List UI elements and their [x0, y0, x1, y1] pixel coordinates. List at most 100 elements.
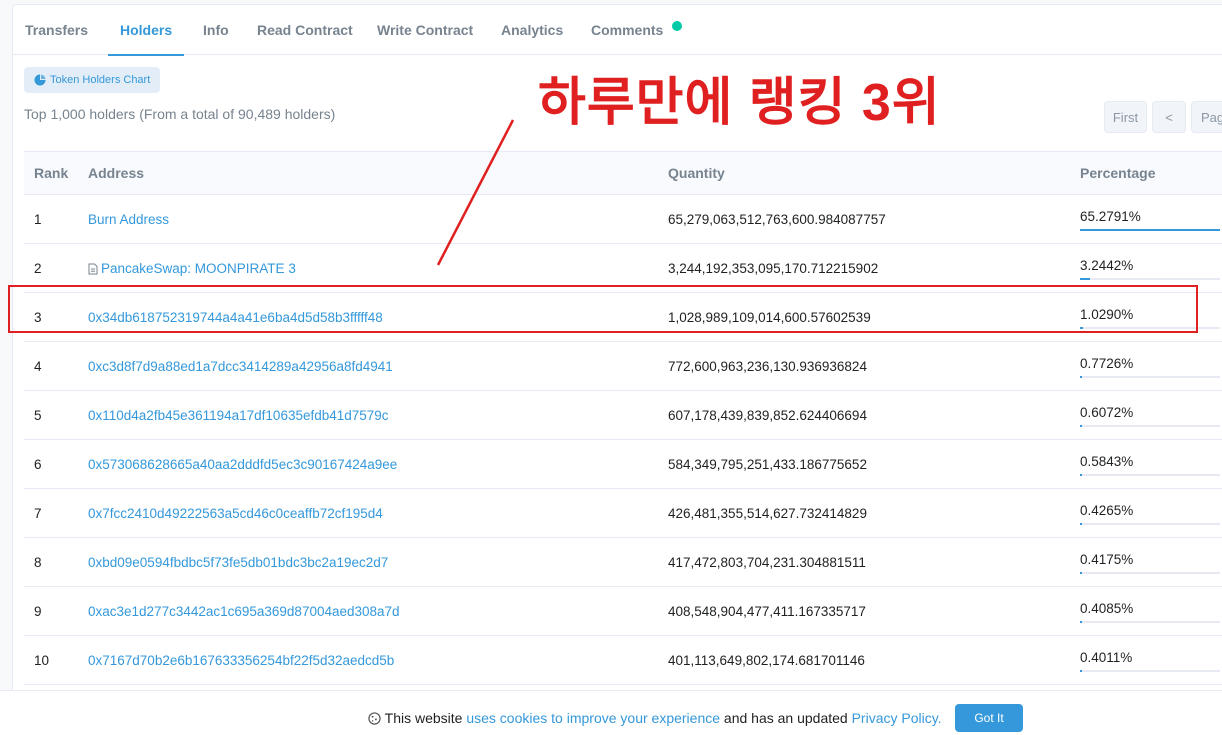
tab-write-contract[interactable]: Write Contract [377, 5, 473, 55]
quantity-cell: 426,481,355,514,627.732414829 [668, 505, 867, 521]
percentage-wrap: 0.7726% [1080, 342, 1222, 390]
token-holders-chart-button[interactable]: Token Holders Chart [24, 67, 161, 93]
percentage-bar-fill [1080, 229, 1220, 231]
got-it-button[interactable]: Got It [955, 704, 1023, 732]
rank-cell: 6 [34, 456, 42, 472]
holder-address-link[interactable]: 0xbd09e0594fbdbc5f73fe5db01bdc3bc2a19ec2… [88, 555, 388, 570]
table-row: 1 Burn Address 65,279,063,512,763,600.9840… [24, 195, 1222, 244]
prev-page-button[interactable]: < [1152, 101, 1186, 133]
percentage-bar-fill [1080, 327, 1084, 329]
percentage-wrap: 3.2442% [1080, 244, 1222, 292]
address-cell: 0x7fcc2410d49222563a5cd46c0ceaffb72cf195… [78, 489, 658, 538]
percentage-bar [1080, 327, 1220, 329]
holder-address-link[interactable]: 0x7fcc2410d49222563a5cd46c0ceaffb72cf195… [88, 506, 383, 521]
percentage-text: 0.6072% [1080, 405, 1134, 420]
rank-header: Rank [34, 165, 69, 181]
percentage-bar [1080, 523, 1220, 525]
table-row: 8 0xbd09e0594fbdbc5f73fe5db01bdc3bc2a19ec… [24, 538, 1222, 587]
percentage-bar-fill [1080, 523, 1082, 525]
percentage-bar [1080, 229, 1220, 231]
percentage-text: 0.5843% [1080, 454, 1134, 469]
holder-address-link[interactable]: Burn Address [88, 212, 169, 227]
first-page-button[interactable]: First [1104, 101, 1147, 133]
percentage-bar-fill [1080, 474, 1082, 476]
address-header: Address [88, 165, 145, 181]
address-cell: 0x34db618752319744a4a41e6ba4d5d58b3fffff… [78, 293, 658, 342]
holders-table-body: 1 Burn Address 65,279,063,512,763,600.9840… [24, 195, 1222, 685]
tab-info[interactable]: Info [203, 5, 229, 55]
percentage-cell: 0.4011% [1070, 636, 1222, 685]
percentage-cell: 0.5843% [1070, 440, 1222, 489]
address-cell: 0xac3e1d277c3442ac1c695a369d87004aed308a… [78, 587, 658, 636]
rank-cell: 3 [34, 309, 42, 325]
holder-address-link[interactable]: 0x110d4a2fb45e361194a17df10635efdb41d757… [88, 408, 389, 423]
percentage-header: Percentage [1080, 165, 1156, 181]
contract-file-icon [88, 263, 98, 274]
percentage-text: 0.4175% [1080, 552, 1134, 567]
holder-address-link[interactable]: 0x573068628665a40aa2dddfd5ec3c90167424a9… [88, 457, 397, 472]
new-comments-dot [672, 21, 682, 31]
percentage-text: 0.4265% [1080, 503, 1134, 518]
rank-cell: 2 [34, 260, 42, 276]
percentage-wrap: 0.5843% [1080, 440, 1222, 488]
address-cell: 0x7167d70b2e6b167633356254bf22f5d32aedcd… [78, 636, 658, 685]
pie-chart-icon [34, 74, 46, 86]
table-row: 7 0x7fcc2410d49222563a5cd46c0ceaffb72cf19… [24, 489, 1222, 538]
holders-table: Rank Address Quantity Percentage 1 Burn A… [24, 151, 1222, 685]
holders-summary: Top 1,000 holders (From a total of 90,48… [24, 106, 336, 122]
percentage-text: 3.2442% [1080, 258, 1134, 273]
percentage-cell: 3.2442% [1070, 244, 1222, 293]
table-row: 4 0xc3d8f7d9a88ed1a7dcc3414289a42956a8fd4… [24, 342, 1222, 391]
cookie-icon [368, 712, 381, 725]
rank-cell: 8 [34, 554, 42, 570]
table-row: 6 0x573068628665a40aa2dddfd5ec3c90167424a… [24, 440, 1222, 489]
rank-cell: 9 [34, 603, 42, 619]
percentage-bar-fill [1080, 670, 1082, 672]
percentage-bar [1080, 474, 1220, 476]
percentage-cell: 0.4175% [1070, 538, 1222, 587]
percentage-bar-fill [1080, 278, 1090, 280]
holder-address-link[interactable]: 0xc3d8f7d9a88ed1a7dcc3414289a42956a8fd49… [88, 359, 393, 374]
percentage-wrap: 1.0290% [1080, 293, 1222, 341]
tab-analytics[interactable]: Analytics [501, 5, 563, 55]
holder-address-link[interactable]: 0x7167d70b2e6b167633356254bf22f5d32aedcd… [88, 653, 394, 668]
tab-holders[interactable]: Holders [107, 5, 185, 56]
rank-cell: 1 [34, 211, 42, 227]
percentage-cell: 0.6072% [1070, 391, 1222, 440]
chart-button-label: Token Holders Chart [50, 74, 151, 86]
table-row: 9 0xac3e1d277c3442ac1c695a369d87004aed308… [24, 587, 1222, 636]
rank-cell: 4 [34, 358, 42, 374]
table-row: 5 0x110d4a2fb45e361194a17df10635efdb41d75… [24, 391, 1222, 440]
quantity-header: Quantity [668, 165, 725, 181]
privacy-policy-link[interactable]: Privacy Policy. [852, 710, 942, 726]
tab-transfers[interactable]: Transfers [25, 5, 88, 55]
quantity-cell: 408,548,904,477,411.167335717 [668, 603, 866, 619]
percentage-cell: 0.4265% [1070, 489, 1222, 538]
percentage-wrap: 0.4175% [1080, 538, 1222, 586]
table-row: 2 PancakeSwap: MOONPIRATE 3 3,244,192,353,… [24, 244, 1222, 293]
percentage-bar-fill [1080, 572, 1082, 574]
holder-address-link[interactable]: 0xac3e1d277c3442ac1c695a369d87004aed308a… [88, 604, 400, 619]
pagination: First < Page [1104, 101, 1222, 133]
percentage-bar [1080, 425, 1220, 427]
quantity-cell: 584,349,795,251,433.186775652 [668, 456, 867, 472]
cookie-middle: and has an updated [720, 710, 852, 726]
rank-cell: 5 [34, 407, 42, 423]
percentage-cell: 1.0290% [1070, 293, 1222, 342]
tab-read-contract[interactable]: Read Contract [257, 5, 353, 55]
percentage-bar [1080, 621, 1220, 623]
percentage-cell: 0.4085% [1070, 587, 1222, 636]
percentage-bar-fill [1080, 621, 1082, 623]
address-cell: 0x110d4a2fb45e361194a17df10635efdb41d757… [78, 391, 658, 440]
quantity-cell: 772,600,963,236,130.936936824 [668, 358, 867, 374]
cookie-banner: This website uses cookies to improve you… [0, 690, 1222, 735]
quantity-cell: 65,279,063,512,763,600.984087757 [668, 211, 886, 227]
tab-comments[interactable]: Comments [591, 5, 663, 55]
quantity-cell: 1,028,989,109,014,600.57602539 [668, 309, 871, 325]
rank-cell: 7 [34, 505, 42, 521]
percentage-wrap: 0.4011% [1080, 636, 1222, 684]
holder-address-link[interactable]: 0x34db618752319744a4a41e6ba4d5d58b3fffff… [88, 310, 383, 325]
address-cell: 0xbd09e0594fbdbc5f73fe5db01bdc3bc2a19ec2… [78, 538, 658, 587]
holder-address-link[interactable]: PancakeSwap: MOONPIRATE 3 [101, 261, 296, 276]
cookie-policy-link[interactable]: uses cookies to improve your experience [466, 710, 720, 726]
